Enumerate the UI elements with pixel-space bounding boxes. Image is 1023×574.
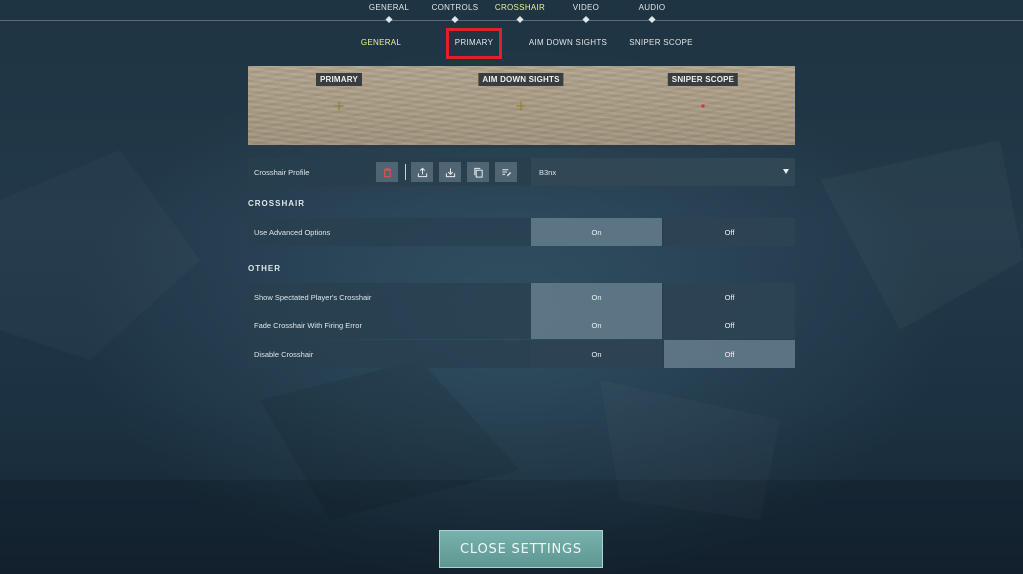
setting-row-use-advanced-options: Use Advanced Options On Off: [248, 218, 795, 246]
section-title-crosshair: CROSSHAIR: [248, 199, 306, 208]
section-title-other: OTHER: [248, 264, 281, 273]
top-nav-divider: [0, 20, 1023, 21]
top-nav-audio-marker: [648, 15, 656, 24]
top-nav-general[interactable]: GENERAL: [369, 3, 409, 12]
export-profile-button[interactable]: [411, 162, 433, 182]
setting-row-disable-crosshair: Disable Crosshair On Off: [248, 340, 795, 368]
fade-crosshair-on[interactable]: On: [531, 311, 662, 339]
icon-separator: [405, 164, 406, 180]
preview-label-ads: AIM DOWN SIGHTS: [478, 73, 564, 86]
crosshair-profile-dropdown[interactable]: B3nx: [531, 158, 795, 186]
top-nav: GENERAL CONTROLS CROSSHAIR VIDEO AUDIO: [0, 0, 1023, 24]
top-nav-general-marker: [385, 15, 393, 24]
top-nav-crosshair-marker: [516, 15, 524, 24]
download-icon: [445, 167, 455, 177]
top-nav-controls-marker: [451, 15, 459, 24]
trash-icon: [383, 167, 391, 177]
copy-icon: [473, 167, 483, 178]
crosshair-profile-row: Crosshair Profile B3nx: [248, 158, 795, 186]
rename-profile-button[interactable]: [495, 162, 517, 182]
tab-aim-down-sights[interactable]: AIM DOWN SIGHTS: [529, 38, 607, 47]
top-nav-audio[interactable]: AUDIO: [639, 3, 666, 12]
fade-crosshair-off[interactable]: Off: [664, 311, 795, 339]
setting-label: Use Advanced Options: [254, 228, 331, 237]
crosshair-profile-label: Crosshair Profile: [254, 168, 310, 177]
delete-profile-button[interactable]: [376, 162, 398, 182]
setting-label: Show Spectated Player's Crosshair: [254, 293, 372, 302]
primary-tab-highlight: [446, 28, 502, 59]
top-nav-controls[interactable]: CONTROLS: [432, 3, 479, 12]
primary-crosshair-sample: [334, 101, 344, 111]
disable-crosshair-off[interactable]: Off: [664, 340, 795, 368]
upload-icon: [417, 167, 427, 177]
use-advanced-options-off[interactable]: Off: [664, 218, 795, 246]
use-advanced-options-on[interactable]: On: [531, 218, 662, 246]
top-nav-video[interactable]: VIDEO: [573, 3, 599, 12]
chevron-down-icon: [783, 169, 789, 174]
disable-crosshair-on[interactable]: On: [531, 340, 662, 368]
show-spectated-crosshair-on[interactable]: On: [531, 283, 662, 311]
copy-profile-button[interactable]: [467, 162, 489, 182]
setting-row-show-spectated-crosshair: Show Spectated Player's Crosshair On Off: [248, 283, 795, 311]
preview-label-primary: PRIMARY: [316, 73, 362, 86]
tab-sniper-scope[interactable]: SNIPER SCOPE: [629, 38, 693, 47]
sniper-dot-sample: [701, 104, 705, 108]
top-nav-video-marker: [582, 15, 590, 24]
setting-label: Disable Crosshair: [254, 350, 314, 359]
setting-row-fade-crosshair: Fade Crosshair With Firing Error On Off: [248, 311, 795, 339]
show-spectated-crosshair-off[interactable]: Off: [664, 283, 795, 311]
top-nav-crosshair[interactable]: CROSSHAIR: [495, 3, 545, 12]
close-settings-button[interactable]: CLOSE SETTINGS: [439, 530, 603, 568]
setting-label: Fade Crosshair With Firing Error: [254, 321, 362, 330]
crosshair-preview: PRIMARY AIM DOWN SIGHTS SNIPER SCOPE: [248, 66, 795, 148]
preview-label-sniper: SNIPER SCOPE: [667, 73, 739, 86]
crosshair-profile-value: B3nx: [539, 168, 557, 177]
import-profile-button[interactable]: [439, 162, 461, 182]
ads-crosshair-sample: [516, 101, 526, 111]
tab-general[interactable]: GENERAL: [361, 38, 401, 47]
rename-icon: [501, 168, 511, 177]
